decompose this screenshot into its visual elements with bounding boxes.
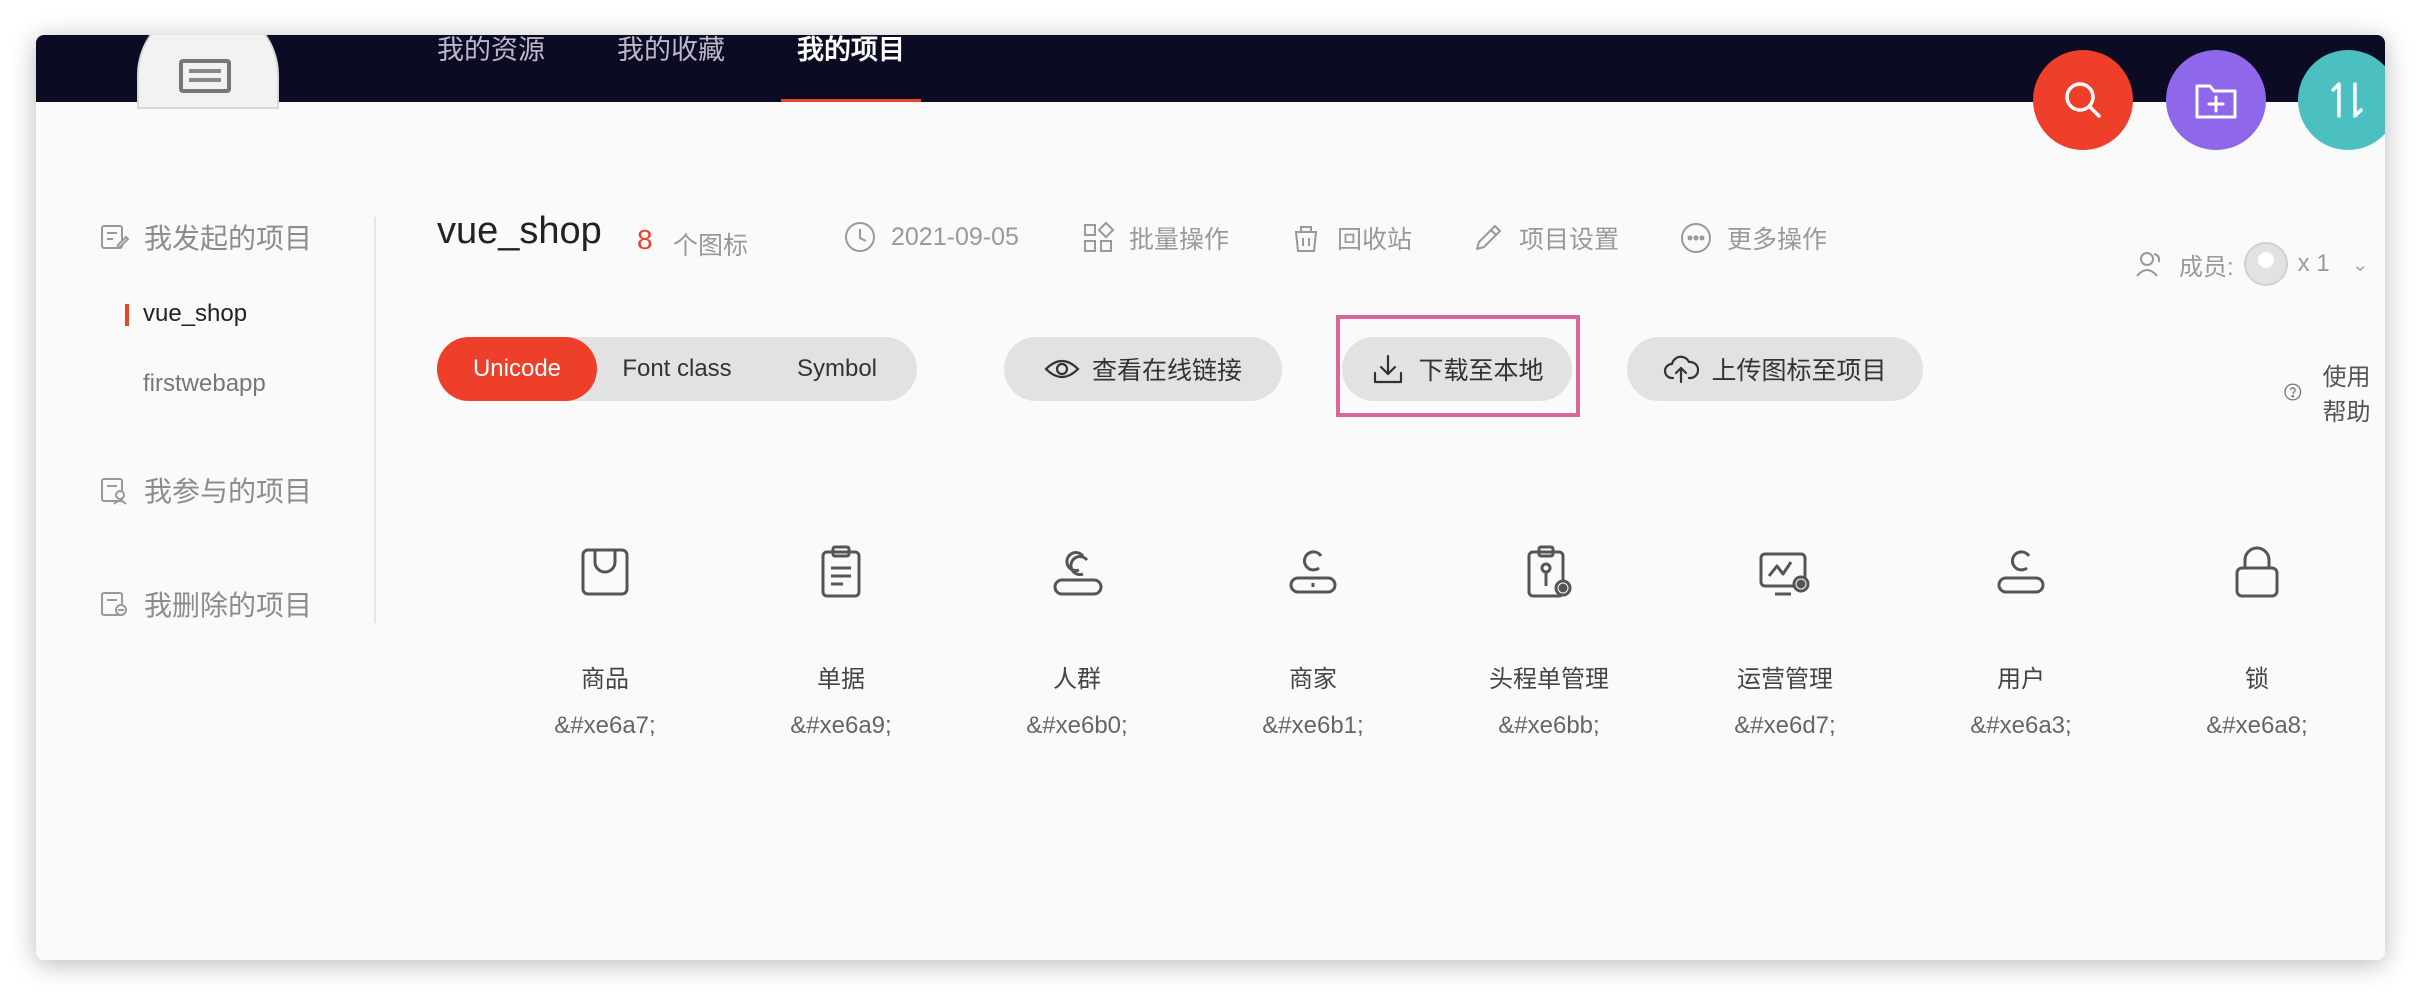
nav-my-resources[interactable]: 我的资源 <box>437 35 545 102</box>
logo-avatar[interactable] <box>137 35 279 109</box>
code-format-tabs: Unicode Font class Symbol <box>437 337 917 401</box>
top-nav: 我的资源 我的收藏 我的项目 <box>437 35 977 102</box>
icon-name: 用户 <box>1997 666 2045 693</box>
project-settings-label: 项目设置 <box>1519 226 1620 254</box>
tab-symbol[interactable]: Symbol <box>757 337 917 401</box>
icon-card[interactable]: 头程单管理 &#xe6bb; <box>1449 542 1649 740</box>
merchant-icon <box>1289 550 1337 594</box>
member-avatar[interactable] <box>2243 242 2288 286</box>
edit-doc-icon <box>101 225 130 249</box>
icon-code: &#xe6a9; <box>790 712 892 739</box>
sidebar-divider <box>374 217 376 623</box>
sidebar-participated-label: 我参与的项目 <box>144 476 313 507</box>
members-info[interactable]: 成员: x 1 ⌄ <box>2135 242 2368 286</box>
help-icon <box>2284 383 2302 401</box>
icon-code: &#xe6b0; <box>1026 712 1128 739</box>
help-link[interactable]: 使用帮助 <box>2283 357 2385 427</box>
icon-name: 锁 <box>2245 666 2269 693</box>
view-online-link-button[interactable]: 查看在线链接 <box>1004 337 1282 401</box>
more-actions-label: 更多操作 <box>1727 226 1828 254</box>
icon-card[interactable]: 锁 &#xe6a8; <box>2157 542 2357 740</box>
participated-doc-icon <box>101 478 127 505</box>
sidebar: 我发起的项目 vue_shop firstwebapp 我参与的项目 我删除的项… <box>36 102 376 960</box>
sidebar-participated-projects[interactable]: 我参与的项目 <box>98 470 312 510</box>
created-date-text: 2021-09-05 <box>891 222 1019 251</box>
icon-name: 商家 <box>1289 666 1337 693</box>
project-title: vue_shop <box>437 210 602 252</box>
icon-name: 人群 <box>1053 666 1101 693</box>
batch-icon <box>1084 221 1115 252</box>
sidebar-deleted-projects[interactable]: 我删除的项目 <box>98 584 312 624</box>
icon-card[interactable]: 商品 &#xe6a7; <box>505 542 705 740</box>
operations-icon <box>1759 552 1810 596</box>
upload-icons-label: 上传图标至项目 <box>1711 357 1887 385</box>
created-date: 2021-09-05 <box>843 220 1019 254</box>
recycle-bin-label: 回收站 <box>1337 226 1413 254</box>
icon-count-label: 个图标 <box>673 232 749 260</box>
sidebar-initiated-label: 我发起的项目 <box>144 223 313 254</box>
nav-my-favorites[interactable]: 我的收藏 <box>617 35 725 102</box>
icon-card[interactable]: 单据 &#xe6a9; <box>741 542 941 740</box>
icon-name: 单据 <box>817 666 865 693</box>
upload-icons-button[interactable]: 上传图标至项目 <box>1627 337 1923 401</box>
icon-code: &#xe6bb; <box>1498 712 1600 739</box>
members-count: x 1 <box>2297 250 2330 277</box>
pencil-icon <box>1476 225 1501 250</box>
more-icon <box>1681 223 1711 253</box>
eye-icon <box>1044 359 1080 379</box>
sidebar-project-firstwebapp[interactable]: firstwebapp <box>143 370 266 398</box>
icon-card[interactable]: 运营管理 &#xe6d7; <box>1685 542 1885 740</box>
order-manage-icon <box>1527 545 1572 598</box>
shopping-bag-icon <box>581 548 629 596</box>
app-window: 我的资源 我的收藏 我的项目 我发起的项目 vue_shop firstweba… <box>36 35 2385 960</box>
sidebar-initiated-projects[interactable]: 我发起的项目 <box>98 217 312 257</box>
sidebar-deleted-label: 我删除的项目 <box>144 590 313 621</box>
download-highlight-box <box>1336 315 1580 417</box>
icon-code: &#xe6b1; <box>1262 712 1364 739</box>
icon-card[interactable]: 人群 &#xe6b0; <box>977 542 1177 740</box>
tab-unicode[interactable]: Unicode <box>437 337 597 401</box>
view-online-link-label: 查看在线链接 <box>1091 357 1242 385</box>
trash-icon <box>1294 226 1318 252</box>
lock-icon <box>2235 546 2279 598</box>
icon-code: &#xe6d7; <box>1734 712 1836 739</box>
icon-card[interactable]: 商家 &#xe6b1; <box>1213 542 1413 740</box>
icon-count: 8 <box>637 224 653 255</box>
sidebar-project-vue-shop[interactable]: vue_shop <box>124 300 247 328</box>
people-icon <box>1053 551 1103 596</box>
help-label: 使用帮助 <box>2322 364 2371 426</box>
tab-font-class[interactable]: Font class <box>597 337 757 401</box>
cloud-upload-icon <box>1664 355 1700 384</box>
more-actions-button[interactable]: 更多操作 <box>1679 220 1827 256</box>
icon-code: &#xe6a3; <box>1970 712 2072 739</box>
project-settings-button[interactable]: 项目设置 <box>1471 220 1619 256</box>
members-label: 成员: <box>2179 253 2234 281</box>
batch-operation-label: 批量操作 <box>1129 226 1230 254</box>
clock-icon <box>845 222 875 252</box>
icon-name: 运营管理 <box>1737 666 1833 693</box>
deleted-doc-icon <box>101 592 127 616</box>
batch-operation-button[interactable]: 批量操作 <box>1081 220 1229 256</box>
nav-my-projects[interactable]: 我的项目 <box>781 35 921 102</box>
chevron-down-icon[interactable]: ⌄ <box>2352 252 2369 277</box>
members-icon <box>2136 252 2161 277</box>
recycle-bin-button[interactable]: 回收站 <box>1289 220 1412 256</box>
icon-name: 商品 <box>581 666 629 693</box>
main-content: vue_shop 8 个图标 2021-09-05 批量操作 回收站 项目设置 … <box>437 102 2385 960</box>
icon-card[interactable]: 用户 &#xe6a3; <box>1921 542 2121 740</box>
user-icon <box>1997 550 2045 594</box>
icon-name: 头程单管理 <box>1489 666 1609 693</box>
icon-code: &#xe6a8; <box>2206 712 2308 739</box>
clipboard-icon <box>821 545 861 598</box>
icon-code: &#xe6a7; <box>554 712 656 739</box>
